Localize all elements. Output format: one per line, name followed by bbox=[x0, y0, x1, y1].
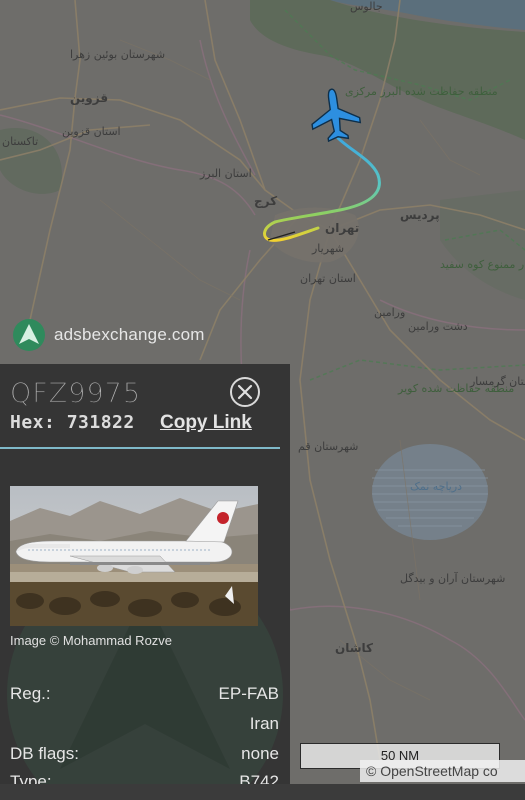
map-label: شهرستان آران و بیدگل bbox=[400, 571, 505, 585]
bottom-toolbar bbox=[0, 784, 525, 800]
aircraft-photo[interactable] bbox=[10, 486, 258, 626]
db-flags-value: none bbox=[241, 744, 279, 763]
map-label: استان البرز bbox=[199, 167, 252, 180]
map-label: جالوس bbox=[350, 0, 383, 13]
panel-divider bbox=[0, 447, 280, 449]
hex-row: Hex: 731822 bbox=[10, 412, 135, 433]
map-label: استان قزوین bbox=[62, 125, 121, 138]
reg-value: EP-FAB bbox=[218, 684, 279, 703]
map-label: استان تهران bbox=[300, 272, 356, 285]
close-icon bbox=[237, 384, 253, 400]
map-label: شهرستان قم bbox=[298, 440, 358, 453]
watermark-text: adsbexchange.com bbox=[54, 325, 205, 344]
map-label: تاکستان bbox=[2, 135, 38, 148]
map-label: کرج bbox=[254, 194, 277, 208]
db-flags-label: DB flags: bbox=[10, 744, 79, 763]
map-label: شهرستان بوئین زهرا bbox=[70, 48, 165, 61]
photo-credit: Image © Mohammad Rozve bbox=[10, 633, 173, 648]
map-label: شهریار bbox=[311, 242, 344, 255]
map-label: ورامین bbox=[374, 306, 405, 319]
map-label: کاشان bbox=[335, 641, 373, 655]
map-label: منطقه شکار ممنوع کوه سفید bbox=[440, 258, 525, 271]
country-value: Iran bbox=[249, 714, 279, 733]
callsign: QFZ9975 bbox=[10, 378, 141, 410]
reg-label: Reg.: bbox=[10, 684, 51, 703]
map-label: دشت ورامین bbox=[408, 320, 468, 333]
map-attribution[interactable]: © OpenStreetMap co bbox=[360, 760, 525, 782]
adsbexchange-watermark: adsbexchange.com bbox=[12, 318, 205, 352]
copy-link-button[interactable]: Copy Link bbox=[160, 412, 252, 434]
hex-value: 731822 bbox=[66, 412, 135, 433]
map-label: دریاچه نمک bbox=[410, 480, 462, 493]
map-label: قزوین bbox=[70, 91, 108, 106]
adsb-logo-icon bbox=[13, 319, 45, 351]
map-label: تهران bbox=[325, 221, 359, 235]
close-button[interactable] bbox=[230, 377, 260, 407]
hex-label: Hex: bbox=[10, 412, 56, 433]
map-label: شهرستان گرمسار bbox=[469, 375, 525, 388]
map-label: منطقه حفاظت شده البرز مرکزی bbox=[345, 85, 498, 98]
map-label: پردیس bbox=[400, 208, 440, 222]
